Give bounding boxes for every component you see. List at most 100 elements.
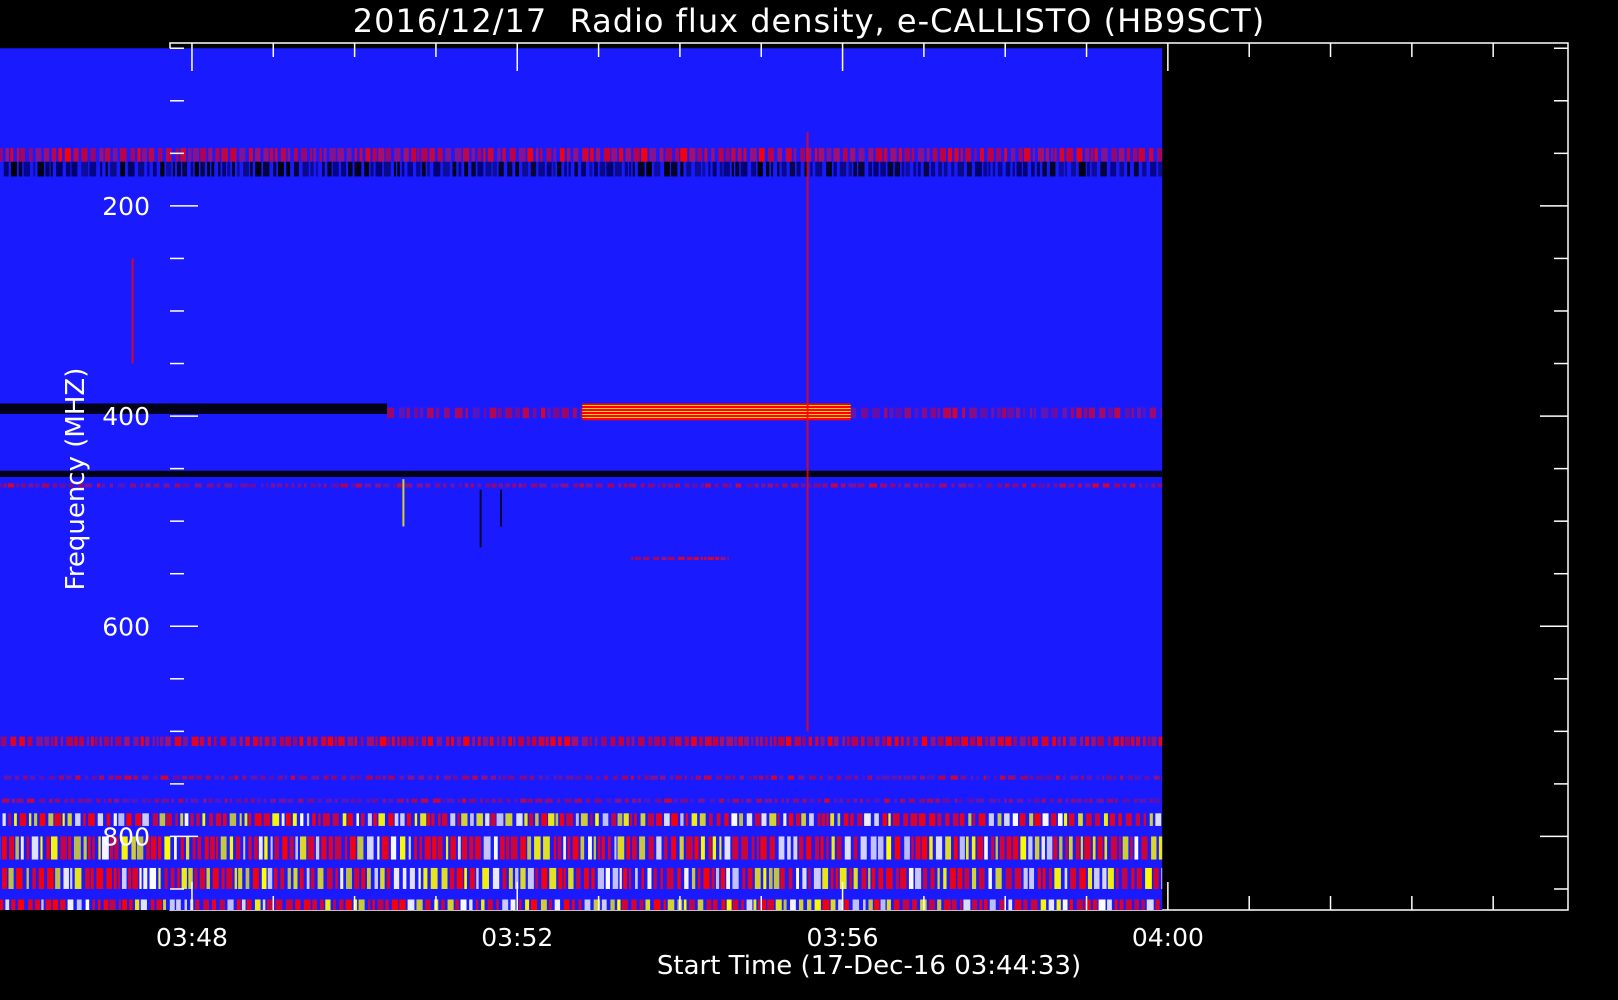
band-segment: [124, 736, 130, 747]
band-segment: [850, 813, 854, 826]
band-segment: [793, 836, 798, 860]
band-segment: [150, 836, 157, 860]
band-segment: [229, 836, 234, 860]
band-segment: [3, 161, 9, 177]
band-segment: [976, 798, 985, 803]
band-segment: [581, 736, 589, 747]
band-segment: [564, 736, 571, 747]
band-segment: [463, 736, 470, 747]
band-segment: [1114, 798, 1118, 803]
band-segment: [1132, 148, 1138, 162]
band-segment: [535, 798, 543, 803]
band-segment: [793, 148, 797, 162]
band-segment: [259, 736, 263, 747]
band-segment: [943, 407, 952, 419]
band-segment: [840, 483, 846, 488]
band-segment: [277, 161, 284, 177]
band-segment: [953, 736, 960, 747]
band-segment: [437, 836, 443, 860]
band-segment: [206, 867, 210, 889]
band-segment: [498, 483, 503, 488]
band-segment: [50, 161, 53, 177]
band-segment: [443, 775, 451, 780]
band-segment: [276, 483, 283, 488]
band-segment: [921, 836, 928, 860]
band-segment: [1012, 161, 1015, 177]
band-segment: [361, 867, 366, 889]
band-segment: [96, 483, 101, 488]
band-segment: [63, 867, 69, 889]
band-segment: [152, 161, 157, 177]
band-segment: [697, 867, 701, 889]
band-segment: [1104, 836, 1108, 860]
band-segment: [544, 775, 550, 780]
band-segment: [350, 798, 355, 803]
band-segment: [356, 775, 362, 780]
band-segment: [1098, 899, 1106, 910]
band-segment: [129, 483, 137, 488]
band-segment: [275, 899, 283, 910]
band-segment: [538, 736, 545, 747]
band-segment: [817, 813, 821, 826]
band-segment: [978, 813, 986, 826]
band-segment: [873, 798, 881, 803]
band-segment: [414, 813, 418, 826]
band-segment: [158, 836, 162, 860]
band-segment: [757, 899, 760, 910]
band-segment: [385, 148, 392, 162]
band-segment: [597, 836, 601, 860]
band-segment: [843, 148, 848, 162]
band-segment: [873, 161, 879, 177]
band-segment: [766, 161, 770, 177]
band-segment: [461, 813, 468, 826]
band-segment: [712, 736, 719, 747]
band-segment: [631, 836, 637, 860]
band-segment: [463, 148, 470, 162]
band-segment: [595, 813, 599, 826]
band-segment: [605, 867, 610, 889]
band-segment: [997, 483, 1003, 488]
band-segment: [900, 798, 906, 803]
band-segment: [211, 161, 215, 177]
band-segment: [822, 899, 830, 910]
band-segment: [404, 483, 413, 488]
band-segment: [612, 867, 619, 889]
band-segment: [1045, 775, 1053, 780]
band-segment: [785, 736, 792, 747]
band-segment: [929, 836, 933, 860]
band-segment: [904, 407, 912, 419]
band-segment: [269, 148, 274, 162]
band-segment: [250, 798, 255, 803]
band-segment: [1107, 736, 1112, 747]
band-segment: [704, 775, 712, 780]
band-segment: [629, 161, 632, 177]
band-segment: [704, 556, 707, 561]
band-segment: [748, 775, 752, 780]
band-segment: [140, 736, 144, 747]
band-segment: [1122, 798, 1130, 803]
band-segment: [853, 836, 858, 860]
band-segment: [138, 161, 145, 177]
band-segment: [354, 148, 358, 162]
band-segment: [315, 836, 320, 860]
band-segment: [599, 161, 606, 177]
band-segment: [672, 798, 679, 803]
band-segment: [75, 813, 81, 826]
band-segment: [684, 483, 690, 488]
band-segment: [954, 148, 959, 162]
band-segment: [359, 148, 363, 162]
band-segment: [85, 867, 90, 889]
band-segment: [580, 813, 588, 826]
band-segment: [530, 483, 538, 488]
band-segment: [286, 161, 291, 177]
band-segment: [871, 867, 876, 889]
band-segment: [1161, 775, 1163, 780]
band-segment: [1121, 867, 1128, 889]
band-segment: [943, 867, 947, 889]
band-segment: [81, 161, 89, 177]
band-segment: [563, 836, 566, 860]
band-segment: [750, 148, 757, 162]
band-segment: [659, 775, 666, 780]
band-segment: [299, 836, 307, 860]
band-segment: [437, 813, 441, 826]
